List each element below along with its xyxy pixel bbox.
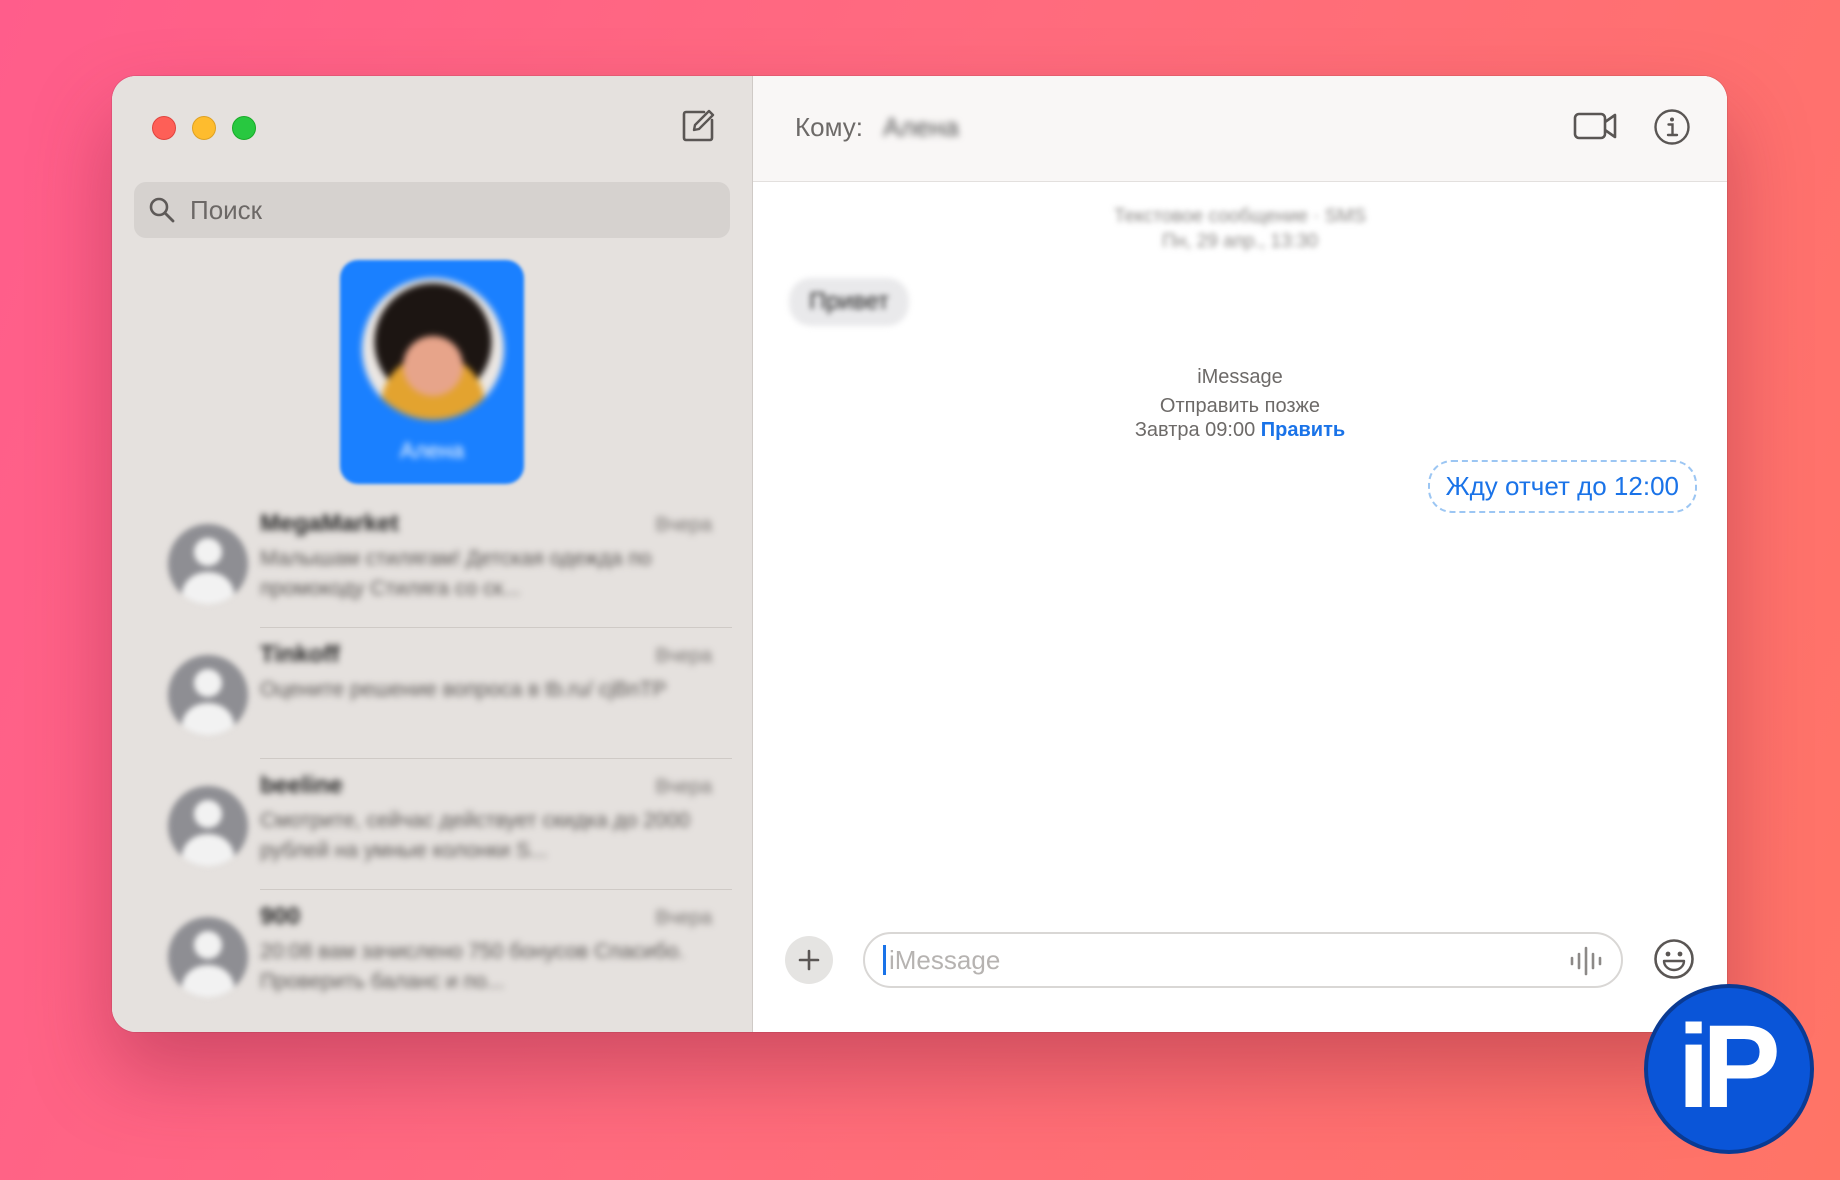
close-window-button[interactable] xyxy=(152,116,176,140)
sms-date: Пн, 29 апр., 13:30 xyxy=(1162,231,1318,252)
scheduled-message[interactable]: Жду отчет до 12:00 xyxy=(1427,460,1697,513)
compose-icon[interactable] xyxy=(680,108,716,144)
conversation-name: Tinkoff xyxy=(260,641,340,668)
pinned-conversation[interactable]: Алена xyxy=(340,260,524,484)
window-controls xyxy=(152,116,256,140)
scheduled-time: Завтра 09:00 xyxy=(1134,419,1256,441)
plus-icon xyxy=(798,949,820,971)
chat-pane: Кому: Алена Текстовое сообщение · SMS Пн… xyxy=(753,76,1727,1032)
facetime-video-icon[interactable] xyxy=(1573,110,1617,142)
pinned-contact-name: Алена xyxy=(399,438,465,463)
recipient-name[interactable]: Алена xyxy=(883,112,959,143)
conversation-item[interactable]: 900 Вчера 20:08 вам зачислено 750 бонусо… xyxy=(112,889,752,1020)
conversation-time: Вчера xyxy=(655,645,712,667)
conversation-preview: Малышам стилягам! Детская одежда по пром… xyxy=(260,547,652,600)
scheduled-info: iMessage Отправить позже Завтра 09:00 Пр… xyxy=(753,364,1727,442)
emoji-icon[interactable] xyxy=(1653,938,1695,980)
apps-plus-button[interactable] xyxy=(785,936,833,984)
avatar xyxy=(168,655,248,735)
search-field[interactable] xyxy=(134,182,730,238)
fullscreen-window-button[interactable] xyxy=(232,116,256,140)
conversation-preview: Смотрите, сейчас действует скидка до 200… xyxy=(260,809,690,862)
conversation-preview: Оцените решение вопроса в tb.ru/ cjBnTP xyxy=(260,678,667,701)
sms-timestamp: Текстовое сообщение · SMS Пн, 29 апр., 1… xyxy=(753,204,1727,254)
avatar xyxy=(168,917,248,997)
conversation-name: 900 xyxy=(260,903,301,930)
conversation-item[interactable]: beeline Вчера Смотрите, сейчас действует… xyxy=(112,758,752,889)
conversation-name: MegaMarket xyxy=(260,510,399,537)
send-later-label: Отправить позже xyxy=(1159,395,1321,417)
search-icon xyxy=(149,197,175,223)
to-label: Кому: xyxy=(795,112,863,142)
conversation-item[interactable]: MegaMarket Вчера Малышам стилягам! Детск… xyxy=(112,496,752,627)
conversation-time: Вчера xyxy=(655,907,712,929)
info-icon[interactable] xyxy=(1653,108,1691,146)
conversation-name: beeline xyxy=(260,772,343,799)
incoming-message[interactable]: Привет xyxy=(789,278,910,326)
message-input[interactable] xyxy=(887,943,1531,977)
audio-message-icon[interactable] xyxy=(1569,946,1603,976)
conversation-time: Вчера xyxy=(655,776,712,798)
watermark-text: iP xyxy=(1677,1001,1780,1133)
message-field[interactable] xyxy=(863,932,1623,988)
composer xyxy=(753,912,1727,1032)
minimize-window-button[interactable] xyxy=(192,116,216,140)
watermark-logo: iP xyxy=(1644,984,1814,1154)
conversation-list: MegaMarket Вчера Малышам стилягам! Детск… xyxy=(112,496,752,1020)
conversation-preview: 20:08 вам зачислено 750 бонусов Спасибо.… xyxy=(260,940,685,993)
messages-window: Алена MegaMarket Вчера Малышам стилягам!… xyxy=(112,76,1727,1032)
avatar xyxy=(362,278,504,420)
chat-header: Кому: Алена xyxy=(753,76,1727,182)
search-input[interactable] xyxy=(188,193,712,227)
avatar xyxy=(168,524,248,604)
imessage-service-label: iMessage xyxy=(1197,366,1283,388)
avatar xyxy=(168,786,248,866)
sms-service-label: Текстовое сообщение · SMS xyxy=(1114,206,1366,227)
edit-schedule-link[interactable]: Править xyxy=(1261,419,1345,441)
conversation-time: Вчера xyxy=(655,514,712,536)
conversation-item[interactable]: Tinkoff Вчера Оцените решение вопроса в … xyxy=(112,627,752,758)
sidebar: Алена MegaMarket Вчера Малышам стилягам!… xyxy=(112,76,753,1032)
text-caret xyxy=(883,945,886,975)
